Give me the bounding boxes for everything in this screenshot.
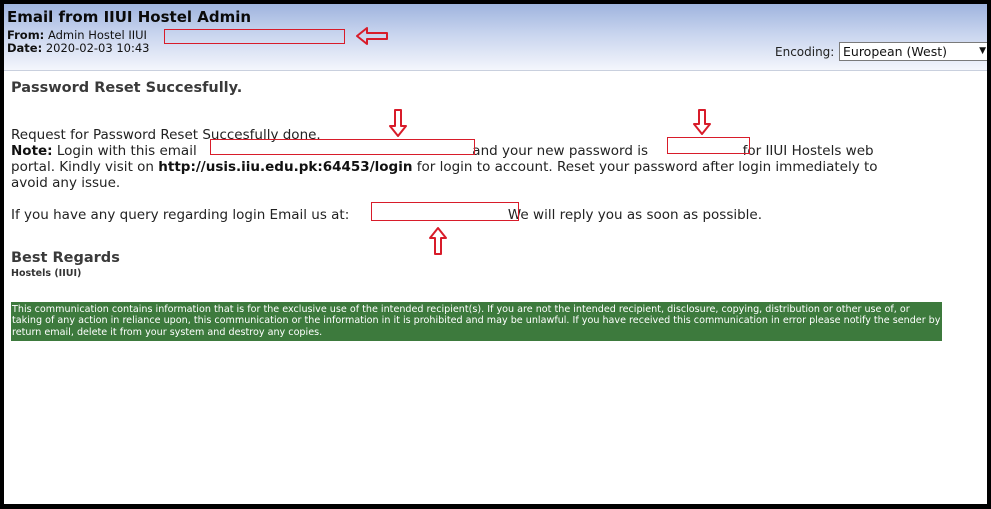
confidentiality-disclaimer: This communication contains information …: [11, 302, 942, 341]
email-header: Email from IIUI Hostel Admin From: Admin…: [4, 4, 987, 71]
best-regards: Best Regards: [11, 250, 120, 266]
from-value: Admin Hostel IIUI: [47, 28, 147, 42]
query-part1: If you have any query regarding login Em…: [11, 207, 350, 223]
note-part3: for IIUI Hostels web: [742, 143, 874, 159]
avoid-line: avoid any issue.: [11, 175, 121, 191]
note-label: Note:: [11, 143, 53, 159]
encoding-label: Encoding:: [775, 45, 835, 59]
arrow-up-icon: [429, 227, 447, 255]
date-line: Date: 2020-02-03 10:43: [7, 41, 150, 55]
redacted-email: [210, 139, 475, 155]
note-part2: and your new password is: [472, 143, 648, 159]
redacted-from-address: [164, 29, 345, 44]
note-part1: Login with this email: [56, 143, 197, 159]
arrow-left-icon: [356, 27, 388, 45]
arrow-down-icon: [693, 109, 711, 135]
email-title: Email from IIUI Hostel Admin: [7, 8, 252, 26]
login-url: http://usis.iiu.edu.pk:64453/login: [158, 159, 413, 175]
email-window: Email from IIUI Hostel Admin From: Admin…: [4, 4, 987, 504]
redacted-contact-email: [371, 202, 519, 221]
email-heading: Password Reset Succesfully.: [11, 80, 243, 96]
encoding-select[interactable]: European (West) ▼: [839, 42, 987, 61]
redacted-password: [667, 137, 750, 154]
from-line: From: Admin Hostel IIUI: [7, 28, 147, 42]
from-label: From:: [7, 28, 45, 42]
encoding-selected-value: European (West): [843, 44, 947, 59]
portal-part2: for login to account. Reset your passwor…: [416, 159, 878, 175]
query-part2: We will reply you as soon as possible.: [507, 207, 763, 223]
regards-signature: Hostels (IIUI): [11, 268, 82, 279]
portal-part1: portal. Kindly visit on: [11, 159, 154, 175]
chevron-down-icon: ▼: [979, 46, 986, 56]
arrow-down-icon: [389, 109, 407, 137]
date-label: Date:: [7, 41, 43, 55]
date-value: 2020-02-03 10:43: [45, 41, 150, 55]
portal-line: portal. Kindly visit on http://usis.iiu.…: [11, 159, 878, 175]
